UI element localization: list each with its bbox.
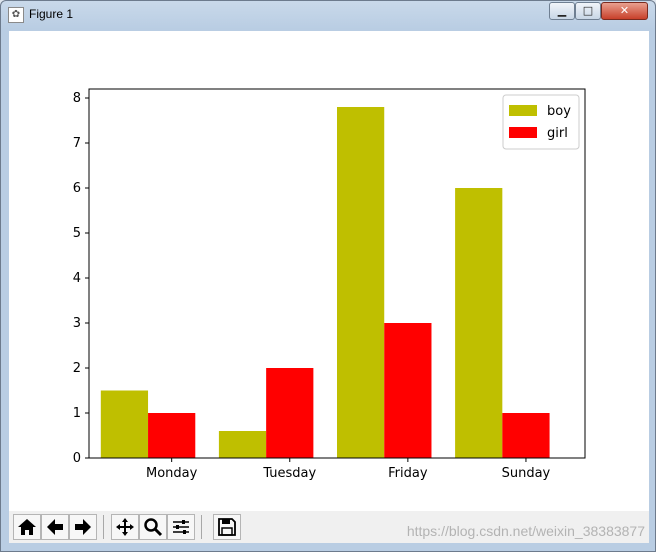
x-tick-label: Monday: [146, 466, 198, 481]
bar-girl-sunday: [502, 413, 550, 458]
move-icon: [116, 518, 134, 536]
bar-boy-sunday: [455, 188, 503, 458]
save-button[interactable]: [213, 514, 241, 540]
arrow-right-icon: [75, 519, 91, 535]
maximize-button[interactable]: □: [575, 2, 601, 20]
minimize-button[interactable]: ▁: [549, 2, 575, 20]
legend-swatch-girl: [509, 127, 537, 138]
bar-girl-tuesday: [266, 368, 314, 458]
y-tick-label: 6: [73, 181, 81, 196]
legend-swatch-boy: [509, 105, 537, 116]
arrow-left-icon: [47, 519, 63, 535]
y-tick-label: 0: [73, 451, 81, 466]
magnifier-icon: [144, 518, 163, 537]
configure-subplots-button[interactable]: [167, 514, 195, 540]
y-tick-label: 4: [73, 271, 81, 286]
watermark-text: https://blog.csdn.net/weixin_38383877: [406, 523, 645, 539]
y-tick-label: 1: [73, 406, 81, 421]
window-title: Figure 1: [29, 7, 74, 21]
pan-button[interactable]: [111, 514, 139, 540]
title-bar[interactable]: ✿ Figure 1 ▁ □ ✕: [1, 1, 655, 29]
y-tick-label: 8: [73, 91, 81, 106]
home-button[interactable]: [13, 514, 41, 540]
bar-chart: 0 1 2 3 4 5 6 7 8 Monday Tuesday Friday Sunday boy gir…: [73, 88, 586, 481]
x-tick-label: Tuesday: [262, 466, 316, 481]
legend-label-boy: boy: [547, 104, 571, 119]
figure-canvas-area: 0 1 2 3 4 5 6 7 8 Monday Tuesday Friday Sunday boy gir…: [9, 31, 649, 543]
bar-boy-tuesday: [218, 431, 267, 458]
x-tick-label: Sunday: [502, 466, 551, 481]
bar-boy-monday: [100, 390, 149, 458]
bar-girl-friday: [384, 323, 432, 458]
legend-label-girl: girl: [547, 126, 568, 141]
app-icon: ✿: [8, 7, 24, 23]
close-icon: ✕: [619, 4, 630, 17]
back-button[interactable]: [41, 514, 69, 540]
y-tick-label: 7: [73, 136, 81, 151]
navigation-toolbar: https://blog.csdn.net/weixin_38383877: [9, 511, 649, 543]
y-tick-label: 2: [73, 361, 81, 376]
maximize-icon: □: [582, 4, 594, 17]
home-icon: [18, 519, 36, 535]
forward-button[interactable]: [69, 514, 97, 540]
zoom-button[interactable]: [139, 514, 167, 540]
minimize-icon: ▁: [557, 4, 567, 17]
figure-window: ✿ Figure 1 ▁ □ ✕ 0 1 2 3 4 5 6 7 8 Monday Tuesday F…: [0, 0, 656, 552]
y-tick-label: 3: [73, 316, 81, 331]
toolbar-separator: [201, 515, 202, 539]
bar-girl-monday: [148, 413, 196, 458]
close-button[interactable]: ✕: [601, 2, 648, 20]
x-tick-label: Friday: [388, 466, 428, 481]
floppy-disk-icon: [218, 518, 236, 536]
sliders-icon: [173, 520, 189, 534]
toolbar-separator: [103, 515, 104, 539]
bar-boy-friday: [337, 107, 385, 458]
y-tick-label: 5: [73, 226, 81, 241]
